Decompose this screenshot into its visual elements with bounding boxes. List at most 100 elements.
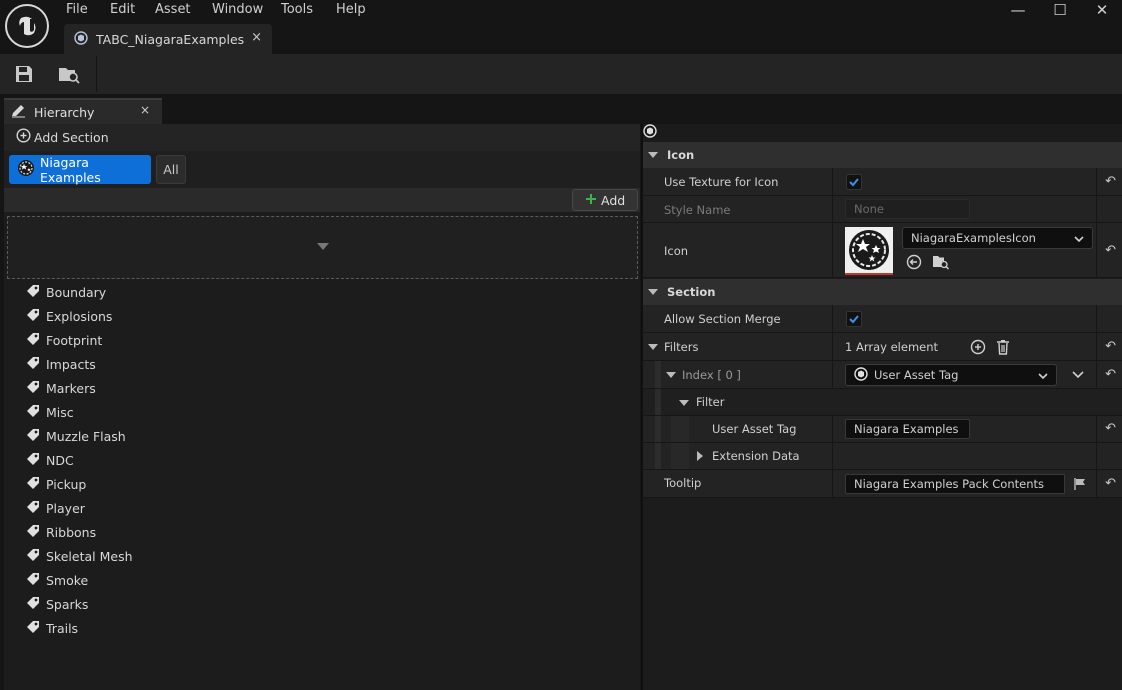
menu-asset[interactable]: Asset [155,2,191,17]
tag-icon [26,620,40,637]
document-tab[interactable]: TABC_NiagaraExamples × [64,24,272,54]
category-item[interactable]: Markers [26,376,96,400]
section-button-niagara-examples[interactable]: Niagara Examples [9,154,151,185]
tag-icon [26,572,40,589]
section-button-label: Niagara Examples [40,154,101,185]
chevron-right-icon[interactable] [697,451,703,461]
divider [1096,305,1097,332]
reset-to-default-icon[interactable]: ↶ [1105,339,1116,354]
chevron-down-icon[interactable] [666,372,676,378]
tag-icon [26,356,40,373]
category-label: Ribbons [46,524,97,540]
tag-icon [26,548,40,565]
category-section-header[interactable]: Section [643,279,1122,305]
menu-file[interactable]: File [66,2,88,17]
style-name-field: None [845,199,970,219]
icon-asset-value: NiagaraExamplesIcon [911,231,1036,245]
use-texture-checkbox[interactable] [846,174,862,190]
reset-to-default-icon[interactable]: ↶ [1105,476,1116,491]
property-row-tooltip: Tooltip Niagara Examples Pack Contents ↶ [643,470,1122,498]
category-icon-header[interactable]: Icon [643,142,1122,168]
category-item[interactable]: Skeletal Mesh [26,544,133,568]
tooltip-field[interactable]: Niagara Examples Pack Contents [845,474,1065,494]
use-selected-asset-icon[interactable] [906,254,922,273]
category-item[interactable]: Boundary [26,280,106,304]
unreal-logo-icon[interactable] [5,4,49,48]
category-label: Skeletal Mesh [46,548,133,564]
icon-asset-combo[interactable]: NiagaraExamplesIcon [902,227,1093,249]
menu-window[interactable]: Window [212,2,263,17]
chevron-down-icon[interactable] [679,400,689,406]
trash-icon[interactable] [996,339,1010,358]
user-asset-tag-field[interactable]: Niagara Examples [845,419,970,439]
category-item[interactable]: NDC [26,448,74,472]
filter-type-combo[interactable]: User Asset Tag [845,364,1057,386]
category-item[interactable]: Ribbons [26,520,96,544]
reset-to-default-icon[interactable]: ↶ [1105,367,1116,382]
tag-icon [26,332,40,349]
indent-guide [655,361,661,388]
category-section-label: Section [667,285,716,299]
menu-tools[interactable]: Tools [281,2,313,17]
tag-icon [26,452,40,469]
add-category-button[interactable]: Add [572,189,638,211]
browse-asset-icon[interactable] [932,254,950,273]
tag-icon [26,524,40,541]
maximize-button[interactable]: ☐ [1039,0,1081,20]
property-name: Extension Data [712,449,800,463]
hierarchy-tab[interactable]: Hierarchy × [4,98,162,124]
category-item[interactable]: Footprint [26,328,102,352]
reset-to-default-icon[interactable]: ↶ [1105,174,1116,189]
category-label: NDC [46,452,74,468]
drop-zone[interactable] [7,216,638,279]
add-element-icon[interactable] [970,339,986,358]
category-item[interactable]: Player [26,496,85,520]
divider [1096,443,1097,469]
menu-edit[interactable]: Edit [110,2,135,17]
property-name: Filters [664,340,699,354]
category-icon-label: Icon [667,148,695,162]
indent-guide [655,443,661,469]
indent-guide [671,416,689,442]
category-label: Explosions [46,308,113,324]
category-item[interactable]: Pickup [26,472,86,496]
document-tab-close-button[interactable]: × [251,30,262,45]
property-name: Style Name [664,203,731,217]
divider [1096,361,1097,388]
minimize-button[interactable]: — [997,0,1039,20]
divider [1096,168,1097,195]
divider [1096,470,1097,497]
reset-to-default-icon[interactable]: ↶ [1105,243,1116,258]
divider [832,361,833,388]
section-button-all[interactable]: All [156,155,186,184]
tag-icon [26,596,40,613]
chevron-down-icon[interactable] [648,344,658,350]
menu-help[interactable]: Help [336,2,366,17]
category-item[interactable]: Impacts [26,352,96,376]
hierarchy-tab-close-button[interactable]: × [140,103,150,117]
property-row-user-asset-tag: User Asset Tag Niagara Examples ↶ [643,416,1122,443]
property-name: Use Texture for Icon [664,175,779,189]
allow-merge-checkbox[interactable] [846,311,862,327]
add-section-button[interactable]: Add Section [16,128,109,146]
close-window-button[interactable]: ✕ [1081,0,1122,20]
category-label: Smoke [46,572,89,588]
save-icon[interactable] [14,64,34,87]
icon-thumbnail[interactable] [845,227,893,275]
category-item[interactable]: Misc [26,400,74,424]
category-item[interactable]: Trails [26,616,78,640]
divider [832,470,833,497]
tag-icon [26,284,40,301]
filter-type-value: User Asset Tag [874,368,959,382]
category-label: Muzzle Flash [46,428,126,444]
element-options-chevron-icon[interactable] [1072,369,1084,383]
category-item[interactable]: Explosions [26,304,112,328]
category-item[interactable]: Smoke [26,568,88,592]
asset-type-icon [74,30,88,48]
category-item[interactable]: Muzzle Flash [26,424,126,448]
reset-to-default-icon[interactable]: ↶ [1105,421,1116,436]
localization-flag-icon[interactable] [1073,477,1087,494]
property-row-allow-merge: Allow Section Merge [643,305,1122,333]
category-item[interactable]: Sparks [26,592,88,616]
browse-to-asset-icon[interactable] [58,64,80,87]
